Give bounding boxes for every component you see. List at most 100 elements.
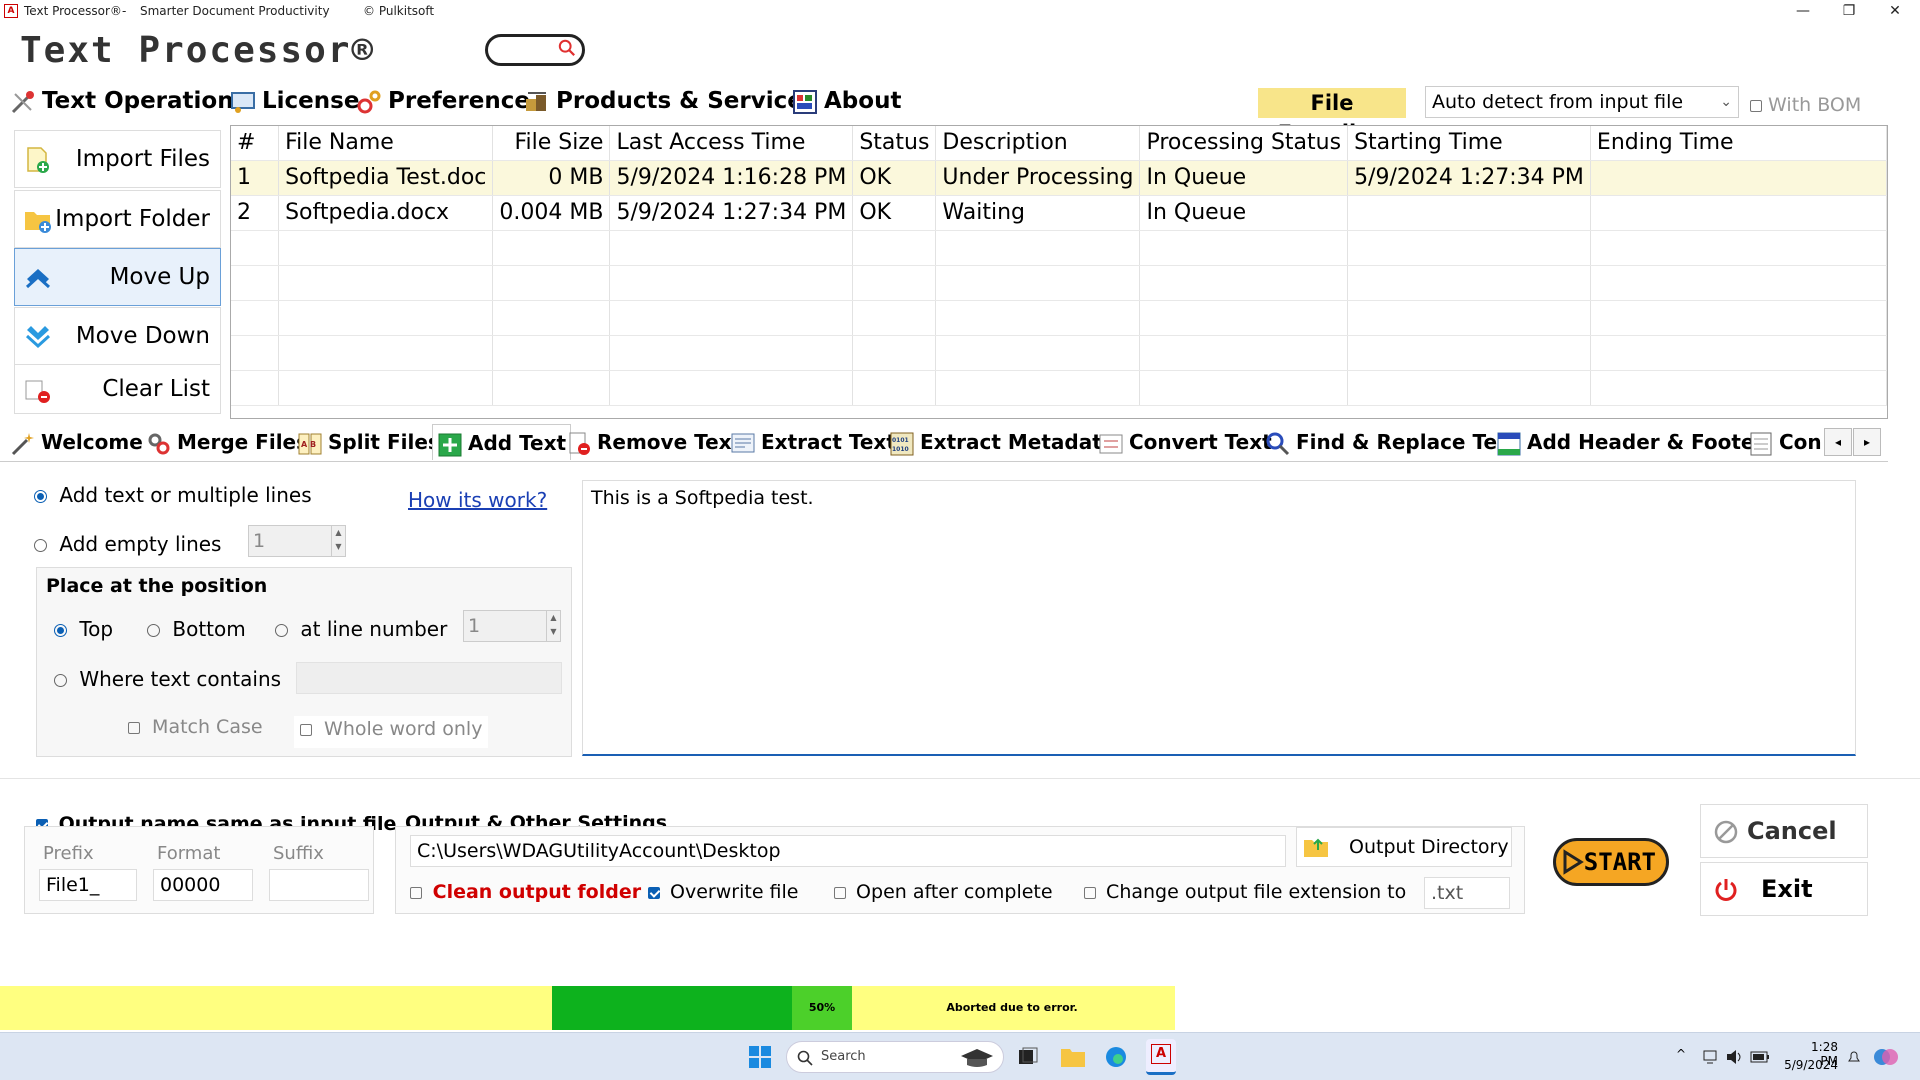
- tab-scroll-left-button[interactable]: ◂: [1824, 428, 1852, 456]
- clean-folder-check[interactable]: [410, 886, 422, 899]
- file-encoding-label: File Encoding: [1258, 88, 1406, 145]
- table-row[interactable]: 2 Softpedia.docx 0.004 MB 5/9/2024 1:27:…: [231, 195, 1887, 231]
- import-files-button[interactable]: Import Files: [14, 130, 221, 188]
- cancel-button[interactable]: Cancel: [1700, 804, 1868, 858]
- notification-bell-icon[interactable]: [1846, 1049, 1862, 1065]
- tab-header-footer[interactable]: Add Header & Footer: [1496, 424, 1764, 460]
- open-after-checkbox[interactable]: Open after complete: [834, 881, 1053, 903]
- close-button[interactable]: ✕: [1872, 0, 1918, 24]
- move-up-button[interactable]: Move Up: [14, 248, 221, 306]
- position-top-option[interactable]: Top: [54, 617, 113, 641]
- import-folder-button[interactable]: Import Folder: [14, 190, 221, 248]
- menu-license[interactable]: License: [230, 84, 359, 118]
- tab-extract-metadata[interactable]: 0101 1010 Extract Metadata: [889, 424, 1115, 460]
- col-ending-time[interactable]: Ending Time: [1590, 126, 1887, 161]
- stepper-arrows-icon[interactable]: ▲ ▼: [546, 611, 560, 641]
- file-explorer-icon[interactable]: [1060, 1045, 1086, 1069]
- position-contains-radio[interactable]: [54, 674, 67, 687]
- tab-find-replace[interactable]: Find & Replace Text: [1265, 424, 1519, 460]
- app-logo-icon: A: [4, 4, 18, 18]
- task-view-icon[interactable]: [1016, 1045, 1040, 1069]
- tab-welcome[interactable]: Welcome: [10, 424, 143, 460]
- col-status[interactable]: Status: [852, 126, 937, 161]
- import-files-label: Import Files: [75, 146, 210, 172]
- match-case-checkbox[interactable]: Match Case: [128, 716, 263, 738]
- tab-extract-text[interactable]: Extract Text: [730, 424, 896, 460]
- encoding-select[interactable]: Auto detect from input file ⌄: [1425, 86, 1739, 118]
- tab-add-text[interactable]: Add Text: [432, 424, 572, 460]
- position-contains-option[interactable]: Where text contains: [54, 667, 281, 691]
- col-file-size[interactable]: File Size: [492, 126, 611, 161]
- overwrite-check[interactable]: [648, 886, 660, 899]
- col-description[interactable]: Description: [935, 126, 1141, 161]
- tray-chevron-up-icon[interactable]: ^: [1676, 1047, 1686, 1061]
- output-directory-button[interactable]: Output Directory: [1296, 827, 1512, 867]
- text-processor-taskbar-button[interactable]: A: [1146, 1039, 1176, 1075]
- menu-products-services[interactable]: Products & Services: [524, 84, 817, 118]
- copilot-icon[interactable]: [1872, 1045, 1900, 1069]
- file-grid[interactable]: # File Name File Size Last Access Time S…: [230, 125, 1888, 419]
- empty-lines-stepper[interactable]: 1 ▲ ▼: [248, 525, 346, 557]
- tab-conv[interactable]: Conv: [1748, 424, 1822, 460]
- match-case-check[interactable]: [128, 721, 140, 734]
- extension-input[interactable]: .txt: [1424, 877, 1510, 909]
- network-icon[interactable]: [1702, 1049, 1718, 1065]
- contains-text-input[interactable]: [296, 662, 562, 694]
- stepper-arrows-icon[interactable]: ▲ ▼: [331, 526, 345, 556]
- tab-merge-files[interactable]: Merge Files: [146, 424, 308, 460]
- position-line-number-option[interactable]: at line number: [275, 617, 447, 641]
- svg-text:0101: 0101: [892, 437, 909, 444]
- with-bom-check[interactable]: [1750, 99, 1762, 112]
- tab-remove-text[interactable]: Remove Text: [566, 424, 741, 460]
- position-bottom-option[interactable]: Bottom: [147, 617, 246, 641]
- taskbar-search[interactable]: Search: [786, 1041, 1004, 1073]
- overwrite-checkbox[interactable]: Overwrite file: [648, 881, 799, 903]
- edge-icon[interactable]: [1104, 1045, 1128, 1069]
- how-it-works-link[interactable]: How its work?: [408, 488, 547, 512]
- minimize-button[interactable]: —: [1780, 0, 1826, 24]
- add-multiple-lines-option[interactable]: Add text or multiple lines: [34, 483, 312, 507]
- tab-scroll-right-button[interactable]: ▸: [1853, 428, 1881, 456]
- change-ext-check[interactable]: [1084, 886, 1096, 899]
- clean-folder-checkbox[interactable]: Clean output folder: [410, 881, 641, 903]
- open-after-check[interactable]: [834, 886, 846, 899]
- windows-start-icon[interactable]: [748, 1045, 772, 1069]
- format-label: Format: [157, 843, 221, 864]
- with-bom-checkbox[interactable]: With BOM: [1750, 94, 1861, 116]
- search-toggle[interactable]: [485, 34, 585, 66]
- battery-icon[interactable]: [1750, 1050, 1770, 1064]
- output-directory-input[interactable]: C:\Users\WDAGUtilityAccount\Desktop: [410, 835, 1286, 867]
- whole-word-checkbox[interactable]: Whole word only: [294, 716, 489, 748]
- tab-convert-text[interactable]: Convert Text: [1098, 424, 1272, 460]
- menu-about[interactable]: About: [792, 84, 901, 118]
- col-processing-status[interactable]: Processing Status: [1139, 126, 1349, 161]
- col-starting-time[interactable]: Starting Time: [1347, 126, 1591, 161]
- output-directory-label: Output Directory: [1349, 836, 1509, 858]
- restore-button[interactable]: ❐: [1826, 0, 1872, 24]
- table-row[interactable]: 1 Softpedia Test.doc 0 MB 5/9/2024 1:16:…: [231, 160, 1887, 196]
- exit-button[interactable]: Exit: [1700, 862, 1868, 916]
- position-line-number-radio[interactable]: [275, 624, 288, 637]
- add-text-editor[interactable]: This is a Softpedia test.: [582, 480, 1856, 756]
- add-empty-lines-option[interactable]: Add empty lines: [34, 532, 221, 556]
- prefix-input[interactable]: File1_: [39, 869, 137, 901]
- suffix-input[interactable]: [269, 869, 369, 901]
- format-input[interactable]: 00000: [153, 869, 253, 901]
- line-number-stepper[interactable]: 1 ▲ ▼: [463, 610, 561, 642]
- change-ext-checkbox[interactable]: Change output file extension to: [1084, 881, 1406, 903]
- position-top-radio[interactable]: [54, 624, 67, 637]
- add-empty-lines-radio[interactable]: [34, 539, 47, 552]
- tab-split-files[interactable]: A B Split Files: [297, 424, 440, 460]
- whole-word-check[interactable]: [300, 723, 312, 736]
- volume-icon[interactable]: [1726, 1049, 1744, 1065]
- position-bottom-radio[interactable]: [147, 624, 160, 637]
- move-down-button[interactable]: Move Down: [14, 307, 221, 365]
- clear-list-button[interactable]: Clear List: [14, 364, 221, 414]
- col-file-name[interactable]: File Name: [278, 126, 494, 161]
- menu-text-operations[interactable]: Text Operations: [10, 84, 247, 118]
- col-number[interactable]: #: [231, 126, 280, 161]
- add-multiple-lines-radio[interactable]: [34, 490, 47, 503]
- menu-preference[interactable]: Preference: [356, 84, 530, 118]
- start-button[interactable]: START: [1553, 838, 1669, 886]
- col-last-access[interactable]: Last Access Time: [609, 126, 854, 161]
